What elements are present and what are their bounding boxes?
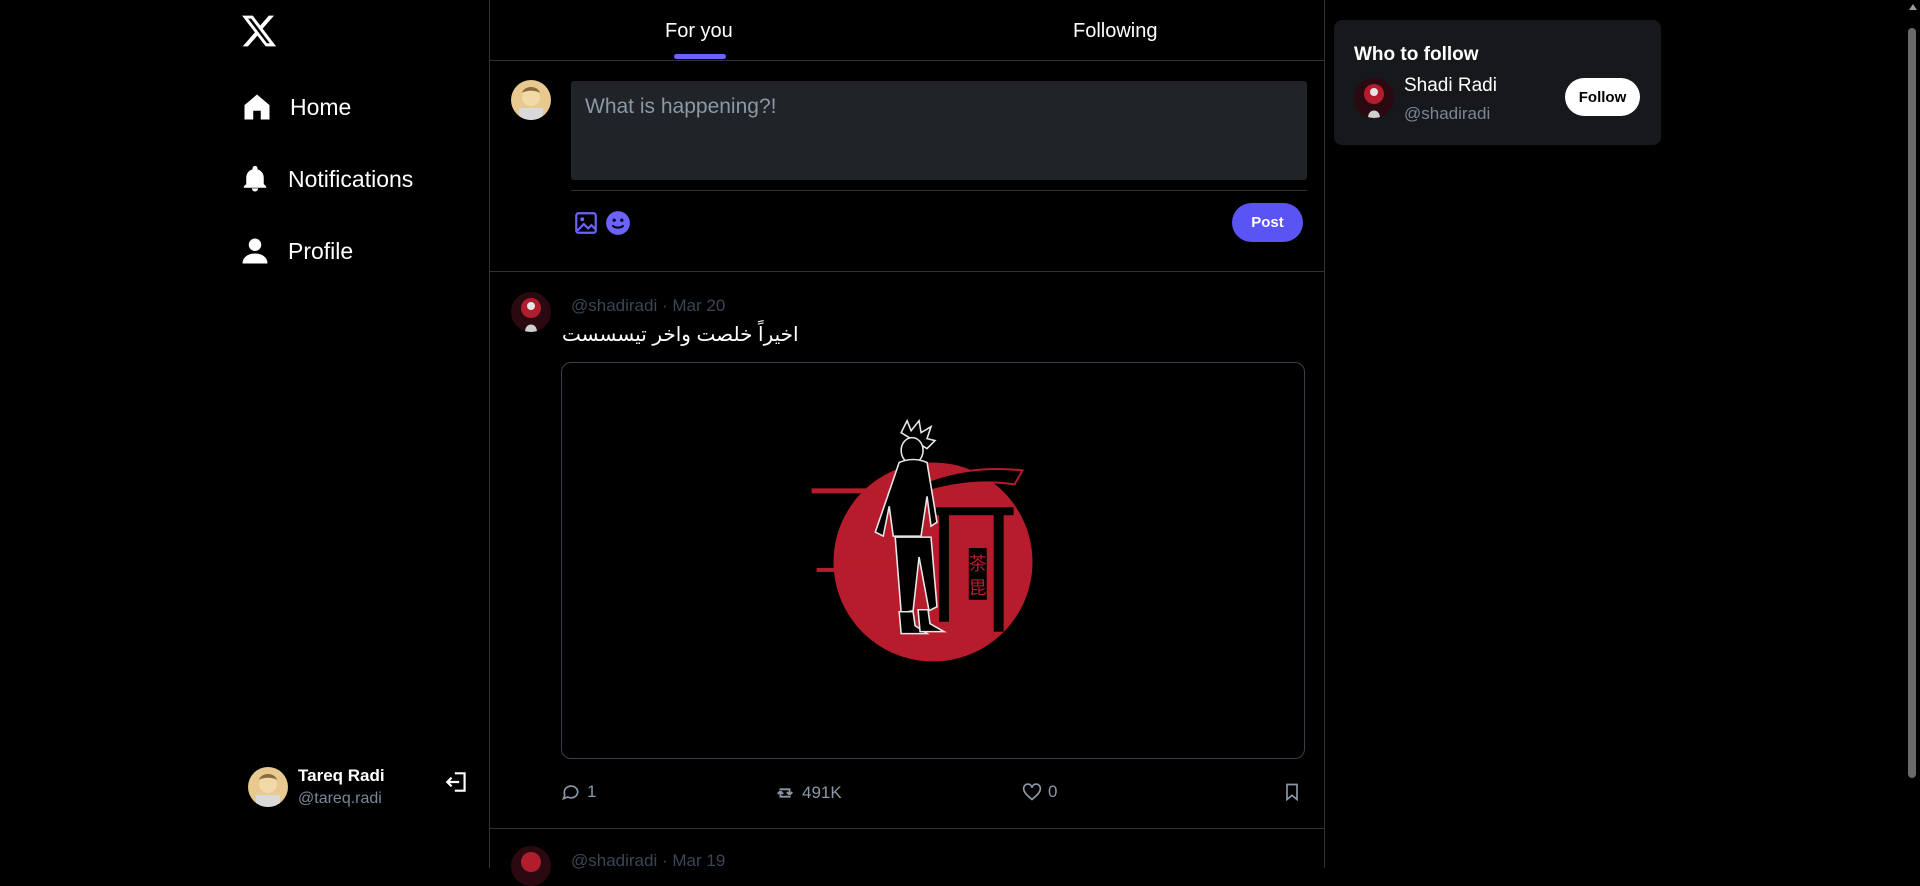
reply-count: 1 [587, 782, 597, 801]
home-icon [244, 94, 270, 120]
post-button[interactable]: Post [1232, 203, 1303, 242]
tweet-meta: @shadiradi · Mar 20 [571, 296, 725, 316]
nav-notifications-label: Notifications [288, 165, 414, 192]
nav-notifications[interactable]: Notifications [240, 164, 413, 194]
composer: What is happening?! Post [490, 60, 1324, 272]
tweet2-meta: @shadiradi · Mar 19 [571, 851, 725, 871]
tweet-avatar[interactable] [511, 292, 551, 332]
main-feed: For you Following What is happening?! Po… [489, 0, 1325, 886]
tweet2-handle[interactable]: @shadiradi [571, 851, 657, 870]
tab-for-you[interactable]: For you [665, 20, 733, 43]
compose-input[interactable]: What is happening?! [571, 81, 1307, 180]
user-icon [242, 238, 268, 264]
logout-icon[interactable] [444, 769, 470, 795]
emoji-icon[interactable] [605, 210, 631, 241]
nav-home-label: Home [290, 93, 352, 120]
current-user-name: Tareq Radi [298, 766, 385, 785]
bell-icon [243, 165, 267, 192]
heart-icon [1022, 783, 1042, 801]
meta-separator: · [661, 296, 673, 315]
feed-tabs: For you Following [490, 0, 1324, 61]
current-user-avatar [248, 767, 288, 807]
current-user-handle: @tareq.radi [298, 790, 382, 807]
nav-profile[interactable]: Profile [240, 236, 353, 266]
tweet2-date[interactable]: Mar 19 [672, 851, 725, 870]
tweet[interactable]: @shadiradi · Mar 20 اخيراً خلصت واخر تيس… [490, 272, 1324, 829]
scrollbar-thumb[interactable] [1908, 28, 1916, 778]
x-logo-icon[interactable] [240, 12, 278, 50]
suggested-user-name[interactable]: Shadi Radi [1404, 75, 1497, 97]
tab-following[interactable]: Following [1073, 20, 1157, 43]
suggested-user-avatar[interactable] [1354, 78, 1394, 118]
tweet-media-image[interactable]: 茶 毘 [561, 362, 1305, 759]
svg-text:毘: 毘 [969, 578, 987, 599]
current-user-card[interactable]: Tareq Radi @tareq.radi [248, 766, 385, 808]
like-count: 0 [1048, 782, 1058, 801]
composer-divider [571, 190, 1307, 191]
tweet2-avatar[interactable] [511, 846, 551, 886]
composer-avatar [511, 80, 551, 120]
who-to-follow-title: Who to follow [1354, 44, 1479, 65]
who-to-follow-panel: Who to follow Shadi Radi @shadiradi Foll… [1334, 20, 1661, 145]
nav-home[interactable]: Home [242, 92, 351, 122]
anime-torii-illustration: 茶 毘 [811, 418, 1033, 662]
svg-text:茶: 茶 [969, 554, 987, 575]
meta-separator: · [661, 851, 673, 870]
tweet-handle[interactable]: @shadiradi [571, 296, 657, 315]
tweet-date[interactable]: Mar 20 [672, 296, 725, 315]
like-action[interactable]: 0 [1022, 782, 1057, 802]
repost-action[interactable]: 491K [774, 782, 842, 804]
image-icon[interactable] [573, 210, 599, 241]
bookmark-icon[interactable] [1282, 782, 1302, 802]
repost-icon [777, 788, 793, 798]
scroll-up-arrow-icon[interactable] [1909, 4, 1917, 10]
reply-action[interactable]: 1 [561, 782, 596, 802]
nav-profile-label: Profile [288, 237, 354, 264]
tweet-text: اخيراً خلصت واخر تيسسست [562, 324, 799, 346]
reply-icon [562, 785, 579, 801]
active-tab-indicator [674, 54, 726, 59]
repost-count: 491K [802, 783, 842, 802]
suggested-user-handle: @shadiradi [1404, 104, 1491, 123]
follow-button[interactable]: Follow [1565, 78, 1640, 116]
